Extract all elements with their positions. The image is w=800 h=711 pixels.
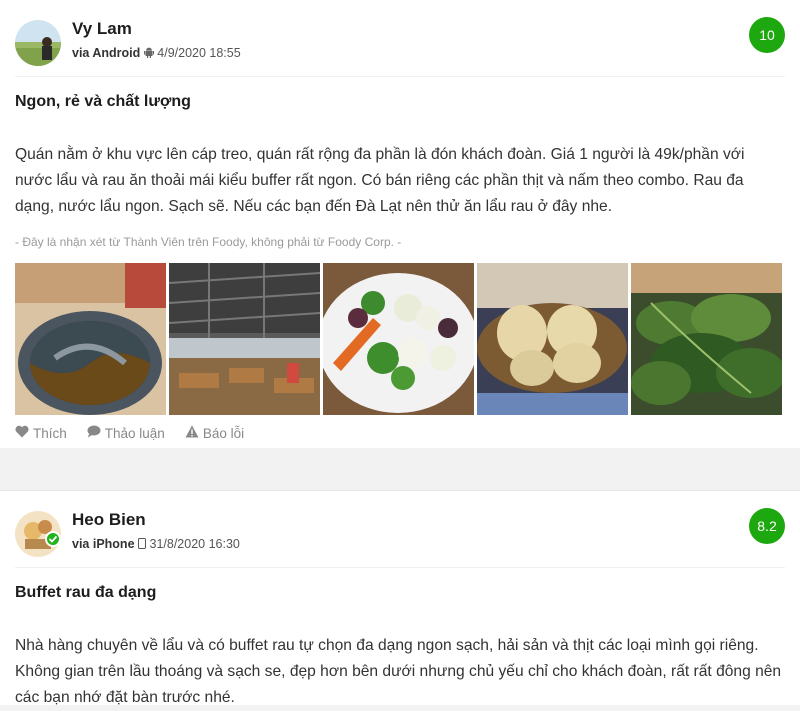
discuss-button[interactable]: Thảo luận bbox=[87, 425, 165, 441]
review-body: Nhà hàng chuyên về lẩu và có buffet rau … bbox=[15, 637, 782, 706]
review-title[interactable]: Ngon, rẻ và chất lượng bbox=[15, 93, 785, 111]
username[interactable]: Vy Lam bbox=[72, 19, 132, 39]
apple-icon bbox=[138, 537, 149, 551]
discuss-label: Thảo luận bbox=[104, 425, 165, 441]
like-label: Thích bbox=[33, 425, 67, 441]
like-button[interactable]: Thích bbox=[15, 425, 67, 441]
photo-greens[interactable] bbox=[631, 263, 782, 415]
comment-icon bbox=[87, 425, 105, 441]
via-device: via Android bbox=[72, 46, 141, 60]
heart-icon bbox=[15, 425, 33, 441]
review-header: Heo Bien via iPhone 31/8/2020 16:30 8.2 bbox=[15, 491, 785, 567]
report-button[interactable]: Báo lỗi bbox=[185, 425, 244, 441]
android-icon bbox=[143, 46, 157, 60]
review-header: Vy Lam via Android 4/9/2020 18:55 10 bbox=[15, 0, 785, 76]
warning-icon bbox=[185, 425, 203, 441]
photo-noodles[interactable] bbox=[477, 263, 628, 415]
username[interactable]: Heo Bien bbox=[72, 510, 146, 530]
review-body: Quán nằm ở khu vực lên cáp treo, quán rấ… bbox=[15, 146, 745, 215]
avatar[interactable] bbox=[15, 20, 61, 66]
photo-hotpot[interactable] bbox=[15, 263, 166, 415]
score-badge: 10 bbox=[749, 17, 785, 53]
disclaimer: - Đây là nhận xét từ Thành Viên trên Foo… bbox=[15, 235, 402, 249]
divider bbox=[15, 567, 785, 568]
score-badge: 8.2 bbox=[749, 508, 785, 544]
review-title[interactable]: Buffet rau đa dạng bbox=[15, 584, 785, 602]
photo-gallery bbox=[15, 263, 785, 415]
photo-interior[interactable] bbox=[169, 263, 320, 415]
review-actions: Thích Thảo luận Báo lỗi bbox=[15, 425, 785, 441]
via-device: via iPhone bbox=[72, 537, 135, 551]
post-meta: via iPhone 31/8/2020 16:30 bbox=[72, 537, 240, 551]
review-card: Heo Bien via iPhone 31/8/2020 16:30 8.2 … bbox=[0, 490, 800, 706]
verified-icon bbox=[45, 531, 61, 547]
report-label: Báo lỗi bbox=[202, 425, 245, 441]
review-card: Vy Lam via Android 4/9/2020 18:55 10 Ngo… bbox=[0, 0, 800, 448]
photo-vegetables[interactable] bbox=[323, 263, 474, 415]
divider bbox=[15, 76, 785, 77]
post-datetime: 31/8/2020 16:30 bbox=[149, 537, 240, 551]
post-meta: via Android 4/9/2020 18:55 bbox=[72, 46, 241, 60]
post-datetime: 4/9/2020 18:55 bbox=[157, 46, 241, 60]
